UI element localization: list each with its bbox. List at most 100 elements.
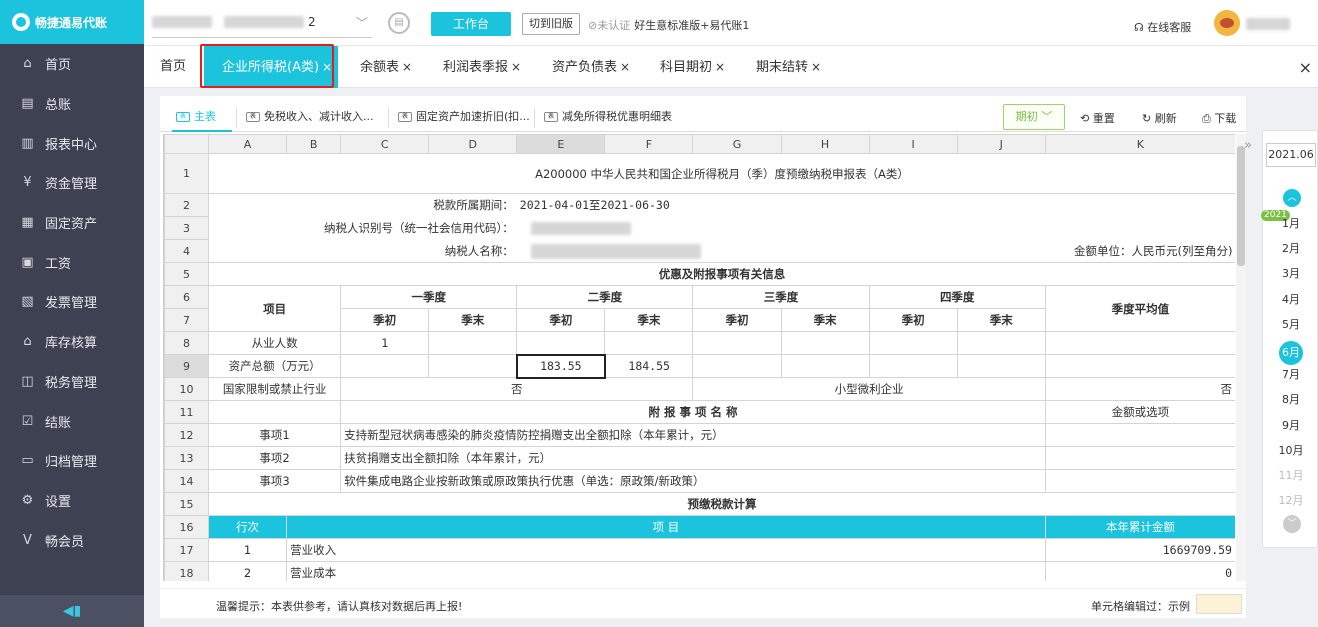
column-header[interactable]: B (286, 134, 342, 154)
tab-4[interactable]: 资产负债表 × (552, 56, 630, 78)
cell-k12[interactable] (1044, 423, 1235, 447)
column-header[interactable]: A (208, 134, 288, 154)
row-number[interactable]: 4 (164, 239, 210, 263)
chevron-up-icon[interactable]: ︿ (1283, 189, 1301, 207)
online-service-link[interactable]: ☊ 在线客服 (1134, 19, 1191, 35)
expand-icon[interactable]: » (1244, 138, 1252, 153)
sidebar-item-0[interactable]: ⌂ 首页 (0, 44, 144, 84)
account-selector[interactable]: 2 ﹀ (152, 10, 372, 38)
row-number[interactable]: 12 (164, 423, 210, 447)
cell-g8[interactable] (692, 331, 782, 355)
chevron-down-icon[interactable]: ﹀ (1283, 515, 1301, 533)
row-number[interactable]: 17 (164, 538, 210, 562)
cell-d9[interactable] (428, 354, 518, 378)
workbench-button[interactable]: 工作台 (431, 12, 511, 36)
avatar[interactable] (1214, 10, 1240, 36)
cell-d8[interactable] (428, 331, 518, 355)
month-item[interactable]: 4月 (1263, 291, 1318, 307)
cell-j8[interactable] (956, 331, 1046, 355)
switch-old-version-button[interactable]: 切到旧版 (522, 13, 580, 35)
column-header[interactable] (164, 134, 210, 154)
month-item[interactable]: 6月 (1263, 341, 1318, 365)
row-number[interactable]: 1 (164, 153, 210, 194)
tab-close-icon[interactable]: × (511, 60, 521, 74)
month-item[interactable]: 8月 (1263, 391, 1318, 407)
sidebar-collapse-icon[interactable]: ◀▮ (0, 595, 144, 627)
spreadsheet[interactable]: ABCDEFGHIJK 1 A200000 中华人民共和国企业所得税月（季）度预… (163, 134, 1235, 581)
column-header[interactable]: E (516, 134, 606, 154)
cell-k9[interactable] (1044, 354, 1235, 378)
sidebar-item-6[interactable]: ▧ 发票管理 (0, 282, 144, 322)
tab-close-icon[interactable]: × (715, 60, 725, 74)
reset-button[interactable]: ⟲ 重置 (1080, 110, 1115, 126)
cell-j9[interactable] (956, 354, 1046, 378)
taxid-value[interactable] (517, 217, 1235, 240)
cell-h8[interactable] (780, 331, 870, 355)
row-number[interactable]: 9 (164, 354, 210, 378)
column-header[interactable]: H (780, 134, 870, 154)
row-number[interactable]: 8 (164, 331, 210, 355)
cell-k8[interactable] (1044, 331, 1235, 355)
row-number[interactable]: 3 (164, 216, 210, 240)
tab-close-icon[interactable]: × (620, 60, 630, 74)
cell-f8[interactable] (604, 331, 694, 355)
column-header[interactable]: J (956, 134, 1046, 154)
cell-e8[interactable] (516, 331, 606, 355)
row-number[interactable]: 16 (164, 515, 210, 539)
sheet-tab-2[interactable]: 表固定资产加速折旧(扣... (394, 102, 530, 132)
row-number[interactable]: 13 (164, 446, 210, 470)
month-item[interactable]: 7月 (1263, 366, 1318, 382)
column-header[interactable]: C (340, 134, 430, 154)
sidebar-item-1[interactable]: ▤ 总账 (0, 84, 144, 124)
cell-c8[interactable]: 1 (340, 331, 430, 355)
month-item[interactable]: 11月 (1263, 467, 1318, 483)
tab-0[interactable]: 首页 (160, 56, 186, 78)
sheet-tab-1[interactable]: 表免税收入、减计收入... (242, 102, 382, 132)
cell-f9[interactable]: 184.55 (604, 354, 694, 378)
scrollbar-thumb[interactable] (1237, 146, 1245, 266)
row-number[interactable]: 11 (164, 400, 210, 424)
column-header[interactable]: F (604, 134, 694, 154)
revenue-value[interactable]: 1669709.59 (1044, 538, 1235, 562)
report-title[interactable]: A200000 中华人民共和国企业所得税月（季）度预缴纳税申报表（A类） (208, 153, 1235, 194)
sheet-tab-3[interactable]: 表减免所得税优惠明细表 (540, 102, 680, 132)
column-header[interactable]: D (428, 134, 518, 154)
cell-h9[interactable] (780, 354, 870, 378)
month-item[interactable]: 2月 (1263, 240, 1318, 256)
app-logo[interactable]: 畅捷通易代账 (0, 0, 144, 44)
sidebar-item-10[interactable]: ▭ 归档管理 (0, 441, 144, 481)
month-item[interactable]: 10月 (1263, 442, 1318, 458)
sidebar-item-7[interactable]: ⌂ 库存核算 (0, 322, 144, 362)
sidebar-item-4[interactable]: ▦ 固定资产 (0, 203, 144, 243)
unauth-label[interactable]: ⊘未认证 (588, 19, 630, 32)
sidebar-item-11[interactable]: ⚙ 设置 (0, 481, 144, 521)
sidebar-item-3[interactable]: ¥ 资金管理 (0, 163, 144, 203)
period-value[interactable]: 2021-04-01至2021-06-30 (517, 194, 1235, 217)
small-micro-value[interactable]: 否 (1044, 377, 1235, 401)
sidebar-item-9[interactable]: ☑ 结账 (0, 401, 144, 441)
cost-value[interactable]: 0 (1044, 561, 1235, 581)
current-period[interactable]: 2021.06 (1266, 143, 1316, 167)
close-icon[interactable]: × (1299, 58, 1312, 77)
vertical-scrollbar[interactable] (1236, 134, 1246, 581)
row-number[interactable]: 15 (164, 492, 210, 516)
column-header[interactable]: K (1044, 134, 1235, 154)
cell-e9[interactable]: 183.55 (515, 353, 606, 379)
tab-3[interactable]: 利润表季报 × (443, 56, 521, 78)
refresh-button[interactable]: ↻ 刷新 (1142, 110, 1177, 126)
cell-i8[interactable] (868, 331, 958, 355)
row-number[interactable]: 14 (164, 469, 210, 493)
sidebar-item-12[interactable]: V 畅会员 (0, 520, 144, 560)
cell-k13[interactable] (1044, 446, 1235, 470)
cell-i9[interactable] (868, 354, 958, 378)
month-item[interactable]: 5月 (1263, 316, 1318, 332)
month-item[interactable]: 3月 (1263, 265, 1318, 281)
sidebar-item-2[interactable]: ▥ 报表中心 (0, 123, 144, 163)
taxpayer-name-value[interactable] (517, 240, 1045, 263)
cell-c9[interactable] (340, 354, 430, 378)
tab-close-icon[interactable]: × (402, 60, 412, 74)
restricted-industry-value[interactable]: 否 (340, 377, 694, 401)
sheet-tab-0[interactable]: 表主表 (172, 102, 232, 132)
tab-2[interactable]: 余额表 × (360, 56, 412, 78)
column-header[interactable]: I (868, 134, 958, 154)
